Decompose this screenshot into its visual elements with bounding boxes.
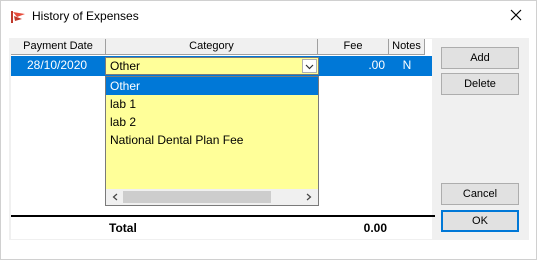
payment-date-cell[interactable]: 28/10/2020 — [11, 56, 106, 76]
notes-cell[interactable]: N — [389, 56, 425, 76]
scroll-right-icon[interactable] — [302, 191, 316, 203]
dialog-client-area: Payment Date Category Fee Notes 28/10/20… — [9, 38, 529, 240]
combobox-dropdown-button[interactable] — [302, 59, 317, 73]
total-value: 0.00 — [363, 221, 387, 235]
dropdown-item-lab-1[interactable]: lab 1 — [106, 95, 318, 113]
title-bar: History of Expenses — [1, 1, 536, 31]
dropdown-item-national-dental-plan-fee[interactable]: National Dental Plan Fee — [106, 131, 318, 149]
column-header-payment-date[interactable]: Payment Date — [11, 39, 106, 55]
total-label: Total — [109, 221, 137, 235]
fee-cell[interactable]: .00 — [318, 56, 388, 76]
category-combobox-value: Other — [110, 59, 141, 73]
category-combobox[interactable]: Other — [105, 57, 319, 75]
category-dropdown-list[interactable]: Other lab 1 lab 2 National Dental Plan F… — [105, 76, 319, 206]
column-header-notes[interactable]: Notes — [389, 39, 425, 55]
history-of-expenses-window: History of Expenses Payment Date Categor… — [0, 0, 537, 260]
window-title: History of Expenses — [32, 9, 139, 23]
close-button[interactable] — [504, 5, 528, 27]
dropdown-item-lab-2[interactable]: lab 2 — [106, 113, 318, 131]
expenses-grid[interactable]: Payment Date Category Fee Notes 28/10/20… — [11, 39, 435, 239]
app-icon — [11, 10, 27, 24]
dropdown-item-other[interactable]: Other — [106, 77, 318, 95]
scrollbar-thumb[interactable] — [123, 191, 271, 203]
column-header-fee[interactable]: Fee — [318, 39, 389, 55]
cancel-button[interactable]: Cancel — [441, 183, 519, 205]
ok-button[interactable]: OK — [441, 210, 519, 232]
close-icon — [510, 9, 522, 24]
column-header-category[interactable]: Category — [106, 39, 318, 55]
add-button[interactable]: Add — [441, 47, 519, 69]
totals-divider — [11, 215, 435, 217]
scroll-left-icon[interactable] — [108, 191, 122, 203]
chevron-down-icon — [305, 59, 314, 73]
delete-button[interactable]: Delete — [441, 73, 519, 95]
horizontal-scrollbar[interactable] — [106, 189, 318, 205]
